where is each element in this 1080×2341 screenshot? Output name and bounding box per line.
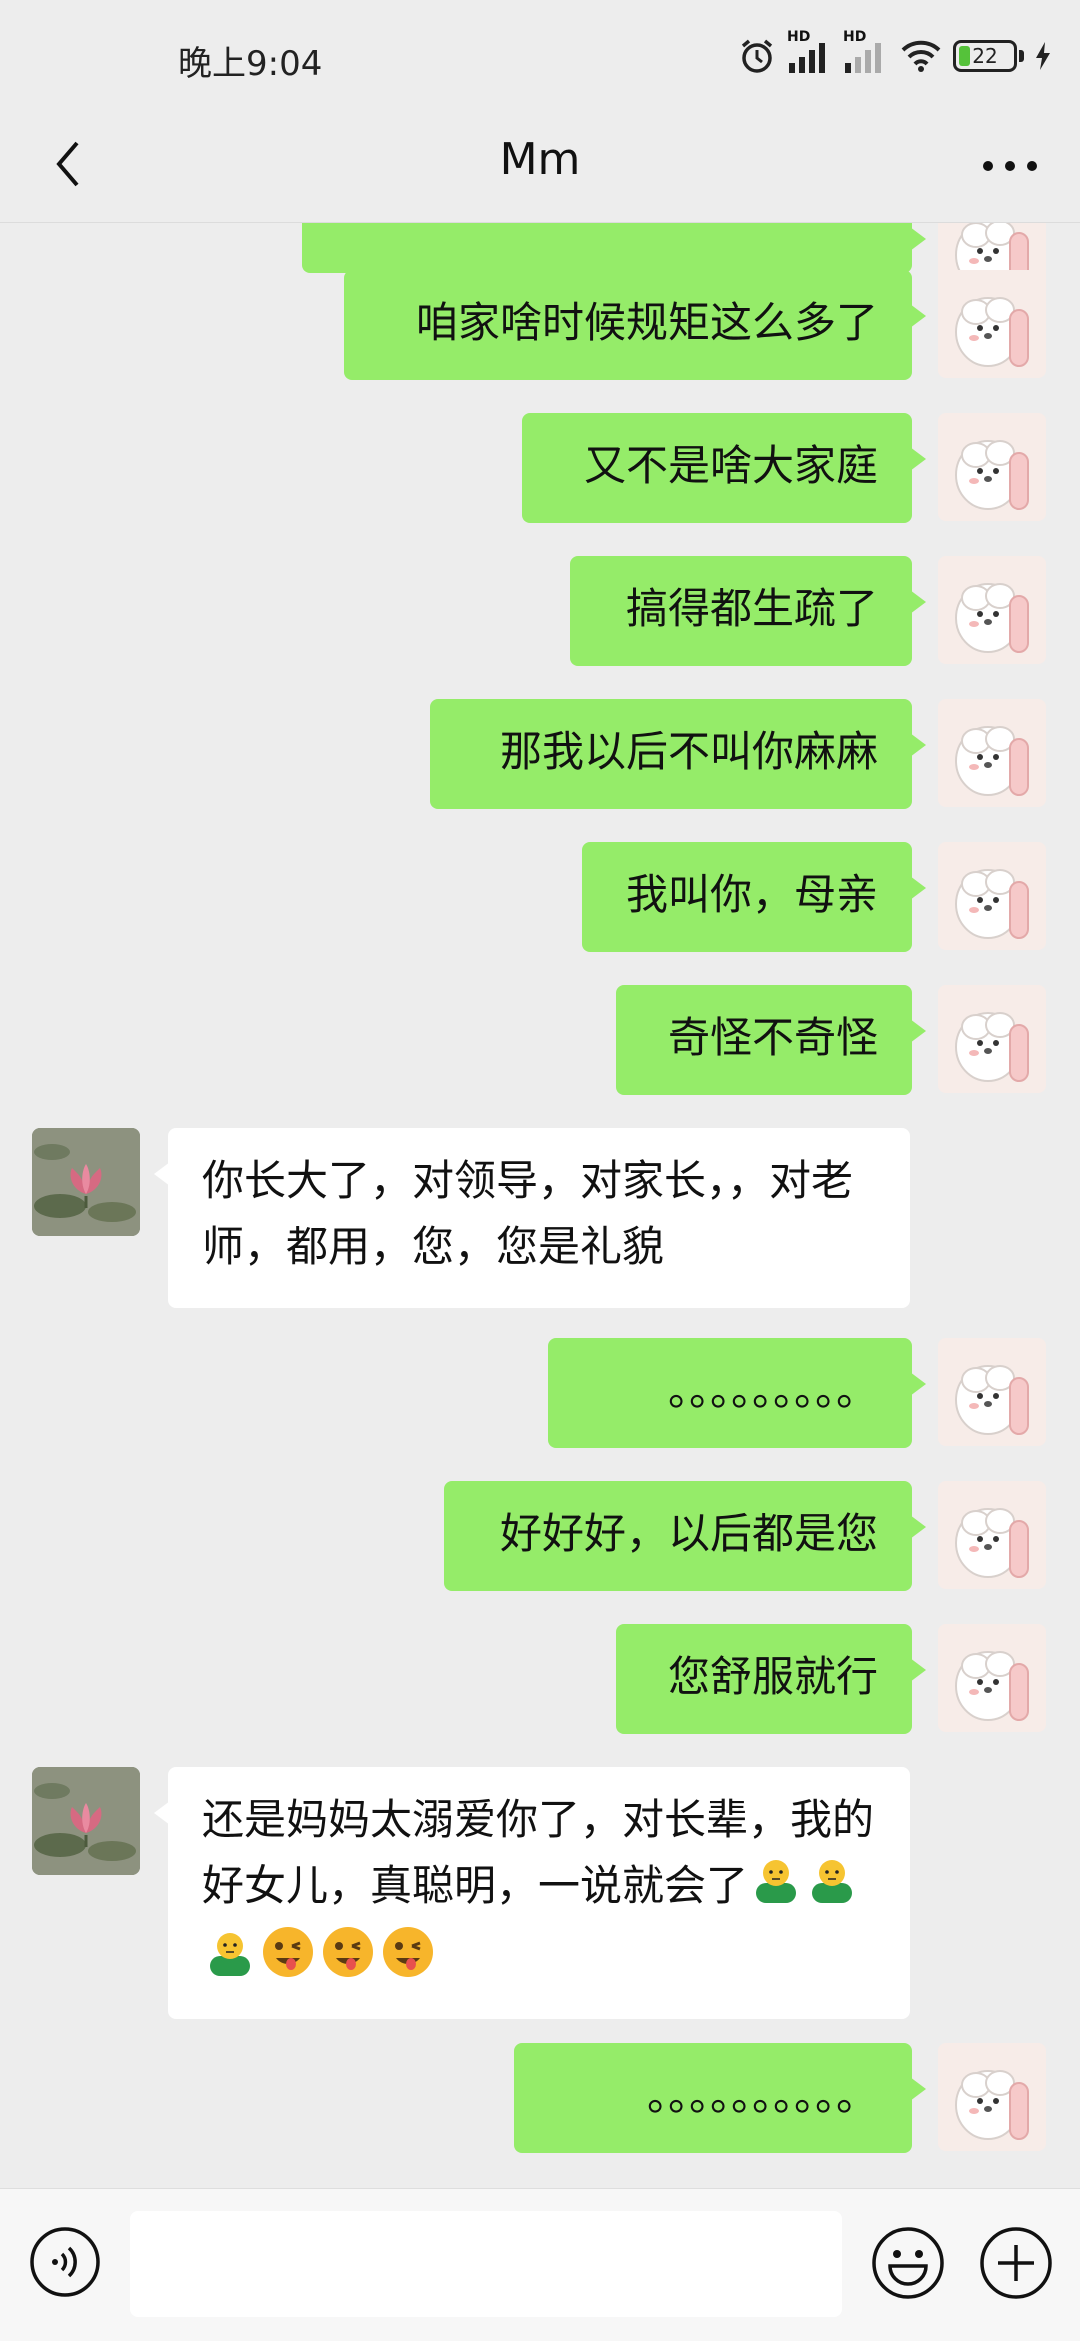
message-row: 。。。。。。。。。。	[0, 2043, 1080, 2153]
signal-icon-secondary: HD	[843, 29, 889, 75]
status-icons: HD HD 22	[737, 29, 1052, 78]
incoming-message[interactable]: 你长大了，对领导，对家长，，对老师，都用，您，您是礼貌	[154, 1128, 910, 1308]
message-row: 我叫你，母亲	[0, 842, 1080, 952]
more-button[interactable]	[966, 132, 1054, 200]
my-avatar[interactable]	[938, 556, 1046, 664]
outgoing-message[interactable]: 搞得都生疏了	[570, 556, 926, 666]
voice-button[interactable]	[28, 2225, 102, 2299]
my-avatar[interactable]	[938, 699, 1046, 807]
message-row: 那我以后不叫你麻麻	[0, 699, 1080, 809]
outgoing-message[interactable]: 奇怪不奇怪	[616, 985, 926, 1095]
chat-title: Mm	[499, 134, 581, 185]
message-row: 你长大了，对领导，对家长，，对老师，都用，您，您是礼貌	[0, 1128, 1080, 1308]
wink-tongue-emoji	[260, 1924, 316, 1999]
message-input[interactable]	[130, 2211, 842, 2317]
outgoing-message[interactable]: 。。。。。。。。。。	[514, 2043, 926, 2153]
battery-icon: 22	[953, 40, 1017, 72]
outgoing-message[interactable]: 那我以后不叫你麻麻	[430, 699, 926, 809]
more-dots-icon	[982, 157, 1038, 176]
message-text: 好好好，以后都是您	[499, 1509, 878, 1558]
plus-button[interactable]	[978, 2225, 1054, 2301]
outgoing-message[interactable]: 好好好，以后都是您	[444, 1481, 926, 1591]
message-row: 您舒服就行	[0, 1624, 1080, 1734]
message-text: 搞得都生疏了	[625, 584, 878, 633]
charging-icon	[1034, 41, 1052, 71]
wink-tongue-emoji	[380, 1924, 436, 1999]
message-row: 。。。。。。。。。	[0, 1338, 1080, 1448]
message-row: 奇怪不奇怪	[0, 985, 1080, 1095]
voice-icon	[28, 2227, 102, 2303]
message-text: 你长大了，对领导，对家长，，对老师，都用，您，您是礼貌	[202, 1156, 854, 1271]
message-row: 搞得都生疏了	[0, 556, 1080, 666]
outgoing-message[interactable]: 又不是啥大家庭	[522, 413, 926, 523]
my-avatar[interactable]	[938, 1481, 1046, 1589]
outgoing-message[interactable]: 。。。。。。。。。	[548, 1338, 926, 1448]
status-bar: 晚上9:04 HD HD 22	[0, 0, 1080, 110]
signal-hd-label: HD	[787, 29, 811, 45]
my-avatar[interactable]	[938, 413, 1046, 521]
chat-header: Mm	[0, 110, 1080, 223]
my-avatar[interactable]	[938, 985, 1046, 1093]
alarm-icon	[737, 36, 777, 76]
my-avatar[interactable]	[938, 842, 1046, 950]
message-text: 。。。。。。。。。	[667, 1366, 878, 1415]
incoming-message[interactable]: 还是妈妈太溺爱你了，对长辈，我的好女儿，真聪明，一说就会了	[154, 1767, 910, 2019]
signal-icon: HD	[787, 29, 833, 75]
outgoing-message[interactable]: 您舒服就行	[616, 1624, 926, 1734]
battery-level: 22	[972, 44, 998, 68]
outgoing-message[interactable]: 咱家啥时候规矩这么多了	[344, 270, 926, 380]
message-row: 又不是啥大家庭	[0, 413, 1080, 523]
message-text: 我叫你，母亲	[625, 870, 878, 919]
outgoing-message[interactable]	[302, 223, 926, 273]
message-row: 咱家啥时候规矩这么多了	[0, 270, 1080, 380]
bust-emoji	[204, 1926, 256, 1997]
contact-avatar[interactable]	[32, 1767, 140, 1875]
status-time: 晚上9:04	[178, 44, 323, 84]
message-list[interactable]: 咱家啥时候规矩这么多了又不是啥大家庭搞得都生疏了那我以后不叫你麻麻我叫你，母亲奇…	[0, 223, 1080, 2188]
message-row	[0, 223, 1080, 301]
plus-icon	[978, 2227, 1054, 2305]
battery-cap	[1019, 50, 1024, 62]
message-text: 那我以后不叫你麻麻	[499, 727, 878, 776]
contact-avatar[interactable]	[32, 1128, 140, 1236]
message-row: 还是妈妈太溺爱你了，对长辈，我的好女儿，真聪明，一说就会了	[0, 1767, 1080, 2019]
bust-emoji	[750, 1853, 802, 1924]
message-text: 您舒服就行	[667, 1652, 878, 1701]
wifi-icon	[899, 38, 943, 74]
message-text: 。。。。。。。。。。	[646, 2071, 878, 2120]
my-avatar[interactable]	[938, 1338, 1046, 1446]
emoji-button[interactable]	[870, 2225, 946, 2301]
message-row: 好好好，以后都是您	[0, 1481, 1080, 1591]
my-avatar[interactable]	[938, 1624, 1046, 1732]
my-avatar[interactable]	[938, 270, 1046, 378]
my-avatar[interactable]	[938, 2043, 1046, 2151]
message-text: 奇怪不奇怪	[667, 1013, 878, 1062]
message-text: 咱家啥时候规矩这么多了	[415, 298, 878, 347]
message-text: 又不是啥大家庭	[583, 441, 878, 490]
outgoing-message[interactable]: 我叫你，母亲	[582, 842, 926, 952]
wink-tongue-emoji	[320, 1924, 376, 1999]
bust-emoji	[806, 1853, 858, 1924]
signal-hd-label-secondary: HD	[843, 29, 867, 45]
smiley-icon	[870, 2227, 946, 2305]
input-bar	[0, 2188, 1080, 2341]
